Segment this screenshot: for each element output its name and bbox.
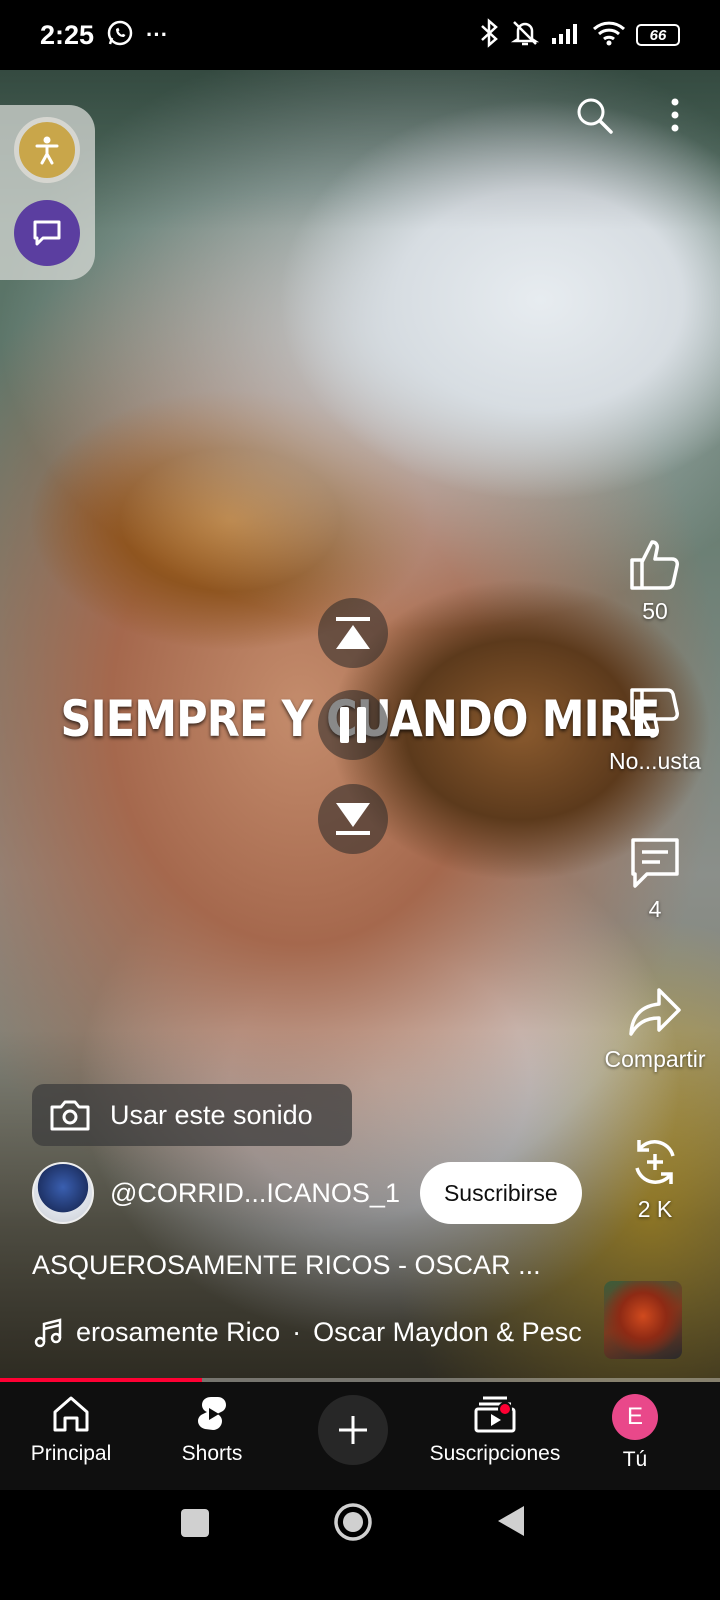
back-button[interactable] bbox=[496, 1504, 526, 1543]
channel-avatar[interactable] bbox=[32, 1162, 94, 1224]
create-button[interactable] bbox=[318, 1395, 388, 1465]
pause-icon bbox=[340, 707, 366, 743]
seek-end-button[interactable] bbox=[318, 784, 388, 854]
bottom-navigation: Principal Shorts Suscripciones E Tú bbox=[0, 1382, 720, 1490]
video-title[interactable]: ASQUEROSAMENTE RICOS - OSCAR ... bbox=[32, 1250, 541, 1281]
music-note-icon bbox=[34, 1318, 62, 1348]
status-time: 2:25 bbox=[40, 19, 95, 50]
home-system-button[interactable] bbox=[333, 1502, 373, 1547]
status-bar: 2:25 ··· 66 bbox=[0, 0, 720, 70]
wifi-icon bbox=[592, 20, 626, 51]
thumbs-down-icon bbox=[630, 688, 679, 738]
bluetooth-icon bbox=[478, 17, 500, 53]
subscriptions-icon bbox=[474, 1396, 516, 1433]
chat-bubble-button[interactable] bbox=[14, 200, 80, 266]
accessibility-button[interactable] bbox=[14, 117, 80, 183]
account-avatar: E bbox=[612, 1394, 658, 1440]
home-icon bbox=[53, 1396, 89, 1432]
music-row[interactable]: erosamente Rico · Oscar Maydon & Pesc bbox=[32, 1316, 592, 1348]
comment-count: 4 bbox=[648, 896, 662, 922]
skip-to-end-icon bbox=[336, 803, 370, 835]
like-count: 50 bbox=[642, 598, 668, 624]
whatsapp-icon bbox=[106, 19, 134, 52]
battery-indicator: 66 bbox=[636, 24, 680, 46]
use-sound-label: Usar este sonido bbox=[110, 1099, 313, 1130]
album-art[interactable] bbox=[604, 1281, 682, 1359]
remix-icon bbox=[635, 1140, 675, 1184]
more-options-icon[interactable] bbox=[670, 98, 680, 132]
share-label: Compartir bbox=[604, 1046, 706, 1072]
seek-start-button[interactable] bbox=[318, 598, 388, 668]
shorts-icon bbox=[198, 1397, 226, 1430]
pause-button[interactable] bbox=[318, 690, 388, 760]
muted-bell-icon bbox=[510, 18, 540, 53]
like-action[interactable]: 50 bbox=[590, 536, 720, 625]
square-icon bbox=[181, 1509, 209, 1537]
search-icon[interactable] bbox=[574, 95, 614, 135]
nav-shorts[interactable]: Shorts bbox=[137, 1394, 287, 1466]
channel-row: @CORRID...ICANOS_1 Suscribirse bbox=[32, 1162, 582, 1224]
dislike-action[interactable]: No...usta bbox=[590, 686, 720, 775]
music-separator: · bbox=[292, 1316, 302, 1347]
share-action[interactable]: Compartir bbox=[590, 984, 720, 1073]
system-navigation-bar bbox=[0, 1490, 720, 1600]
more-notifications-icon: ··· bbox=[146, 22, 169, 47]
song-artist: Oscar Maydon & Pesc bbox=[313, 1316, 582, 1347]
accessibility-icon bbox=[35, 136, 59, 165]
channel-handle[interactable]: @CORRID...ICANOS_1 bbox=[110, 1178, 400, 1209]
recents-button[interactable] bbox=[180, 1508, 210, 1543]
nav-home-label: Principal bbox=[30, 1442, 112, 1465]
signal-icon bbox=[550, 21, 582, 50]
dislike-label: No...usta bbox=[608, 748, 702, 774]
nav-subscriptions[interactable]: Suscripciones bbox=[420, 1394, 570, 1466]
nav-you[interactable]: E Tú bbox=[560, 1394, 710, 1472]
subscribe-button[interactable]: Suscribirse bbox=[419, 1162, 582, 1224]
top-actions bbox=[574, 95, 680, 135]
nav-home[interactable]: Principal bbox=[0, 1394, 146, 1466]
nav-subscriptions-label: Suscripciones bbox=[429, 1442, 561, 1465]
comment-icon bbox=[631, 838, 679, 888]
thumbs-up-icon bbox=[630, 540, 679, 590]
triangle-back-icon bbox=[498, 1506, 524, 1536]
song-title: erosamente Rico bbox=[76, 1316, 281, 1347]
video-top-shade bbox=[0, 70, 720, 230]
message-icon bbox=[33, 220, 61, 246]
share-icon bbox=[629, 988, 681, 1036]
floating-tools-panel bbox=[0, 105, 95, 280]
remix-count: 2 K bbox=[637, 1196, 673, 1222]
use-sound-button[interactable]: Usar este sonido bbox=[32, 1084, 352, 1146]
new-content-dot bbox=[498, 1402, 512, 1416]
comments-action[interactable]: 4 bbox=[590, 834, 720, 923]
nav-you-label: Tú bbox=[622, 1448, 648, 1471]
circle-icon bbox=[334, 1503, 372, 1541]
nav-shorts-label: Shorts bbox=[181, 1442, 243, 1465]
skip-to-start-icon bbox=[336, 617, 370, 649]
plus-icon bbox=[339, 1416, 367, 1444]
camera-icon bbox=[50, 1100, 90, 1131]
remix-action[interactable]: 2 K bbox=[590, 1134, 720, 1223]
